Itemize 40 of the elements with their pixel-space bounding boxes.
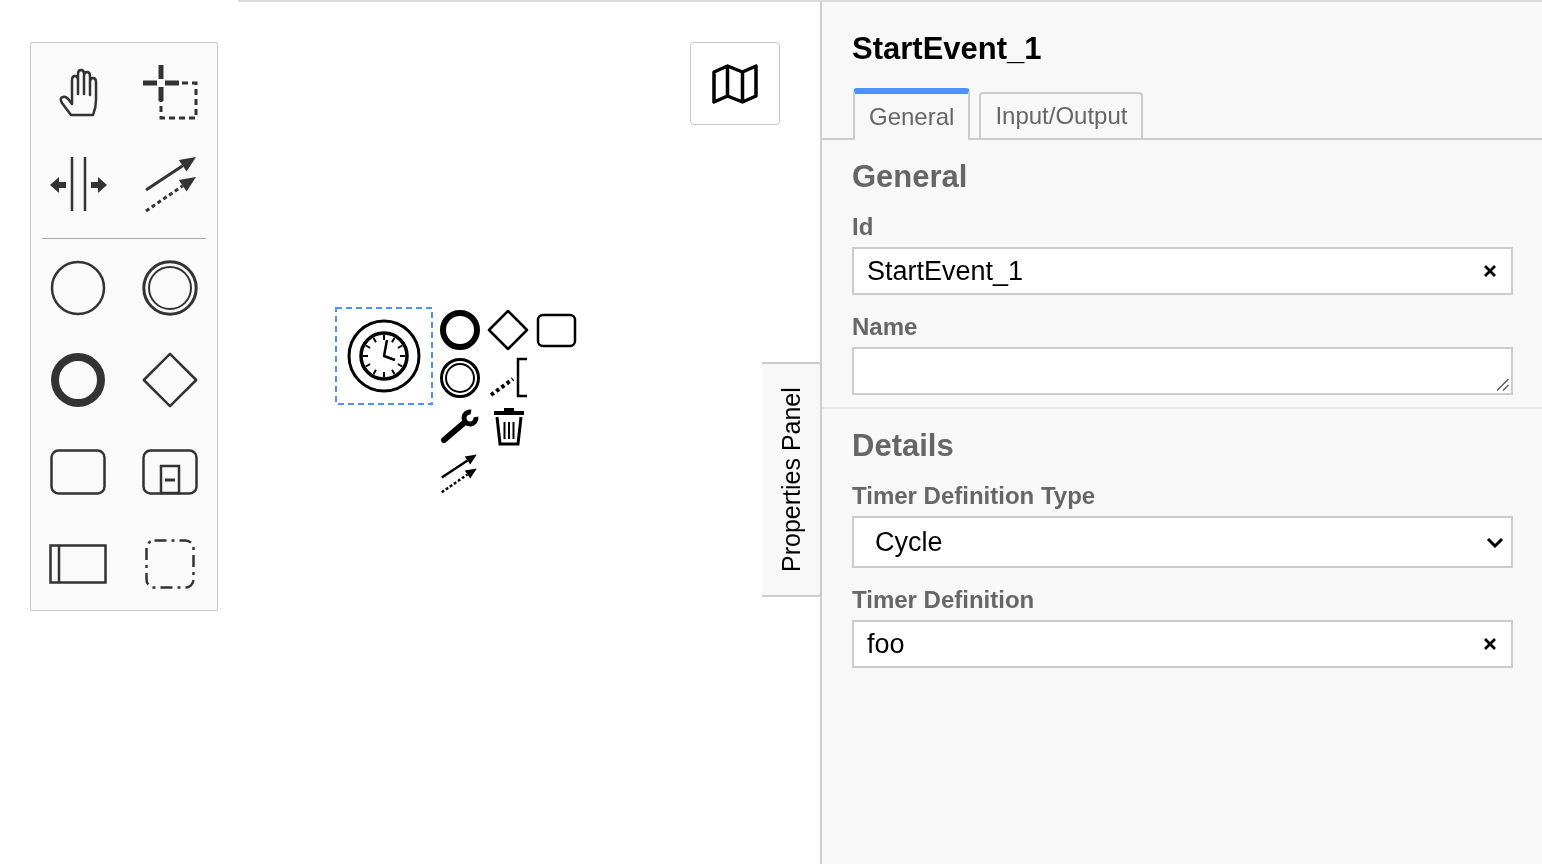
dotted-bracket-icon[interactable] [489, 357, 527, 398]
group-title: General [852, 159, 969, 195]
two-arrows-icon[interactable] [142, 155, 198, 213]
diamond-icon[interactable] [142, 352, 198, 408]
rounded-rectangle-icon[interactable] [536, 313, 577, 348]
double-circle-icon[interactable] [440, 358, 480, 398]
two-arrows-icon[interactable] [441, 454, 477, 494]
field-label: Id [852, 213, 875, 241]
diamond-icon[interactable] [487, 309, 529, 351]
group-title: Details [852, 428, 955, 464]
hand-icon[interactable] [57, 67, 99, 117]
text-field[interactable]: foo [852, 620, 1513, 668]
field-label: Timer Definition [852, 586, 1036, 614]
wrench-icon[interactable] [441, 409, 479, 443]
chevron-down-icon [1486, 536, 1504, 548]
textarea-field[interactable] [852, 347, 1513, 395]
thick-circle-icon[interactable] [440, 310, 480, 350]
text-field[interactable]: StartEvent_1 [852, 247, 1513, 295]
properties-panel-tab[interactable]: Properties Panel [762, 362, 822, 597]
rounded-rectangle-icon[interactable] [50, 449, 106, 495]
lane-rectangle-icon[interactable] [49, 544, 107, 584]
split-arrows-icon[interactable] [49, 156, 107, 212]
framed-rectangle-icon[interactable] [142, 449, 198, 495]
dashed-rounded-rectangle-icon[interactable] [145, 539, 195, 589]
circle-icon[interactable] [50, 260, 106, 316]
trash-icon[interactable] [494, 408, 524, 446]
clear-icon[interactable] [1484, 638, 1496, 650]
select-field[interactable]: Cycle [852, 516, 1513, 568]
resize-handle-icon[interactable] [1495, 377, 1509, 391]
thick-circle-icon[interactable] [50, 352, 106, 408]
double-circle-icon[interactable] [142, 260, 198, 316]
panel-tab[interactable]: General [853, 88, 971, 140]
minimap-toggle-button[interactable] [690, 42, 780, 125]
panel-tab[interactable]: Input/Output [979, 92, 1144, 138]
panel-title: StartEvent_1 [852, 31, 1043, 67]
field-label: Timer Definition Type [852, 482, 1097, 510]
clear-icon[interactable] [1484, 265, 1496, 277]
field-label: Name [852, 313, 919, 341]
map-icon [712, 63, 758, 104]
crosshair-selection-icon[interactable] [142, 64, 198, 120]
